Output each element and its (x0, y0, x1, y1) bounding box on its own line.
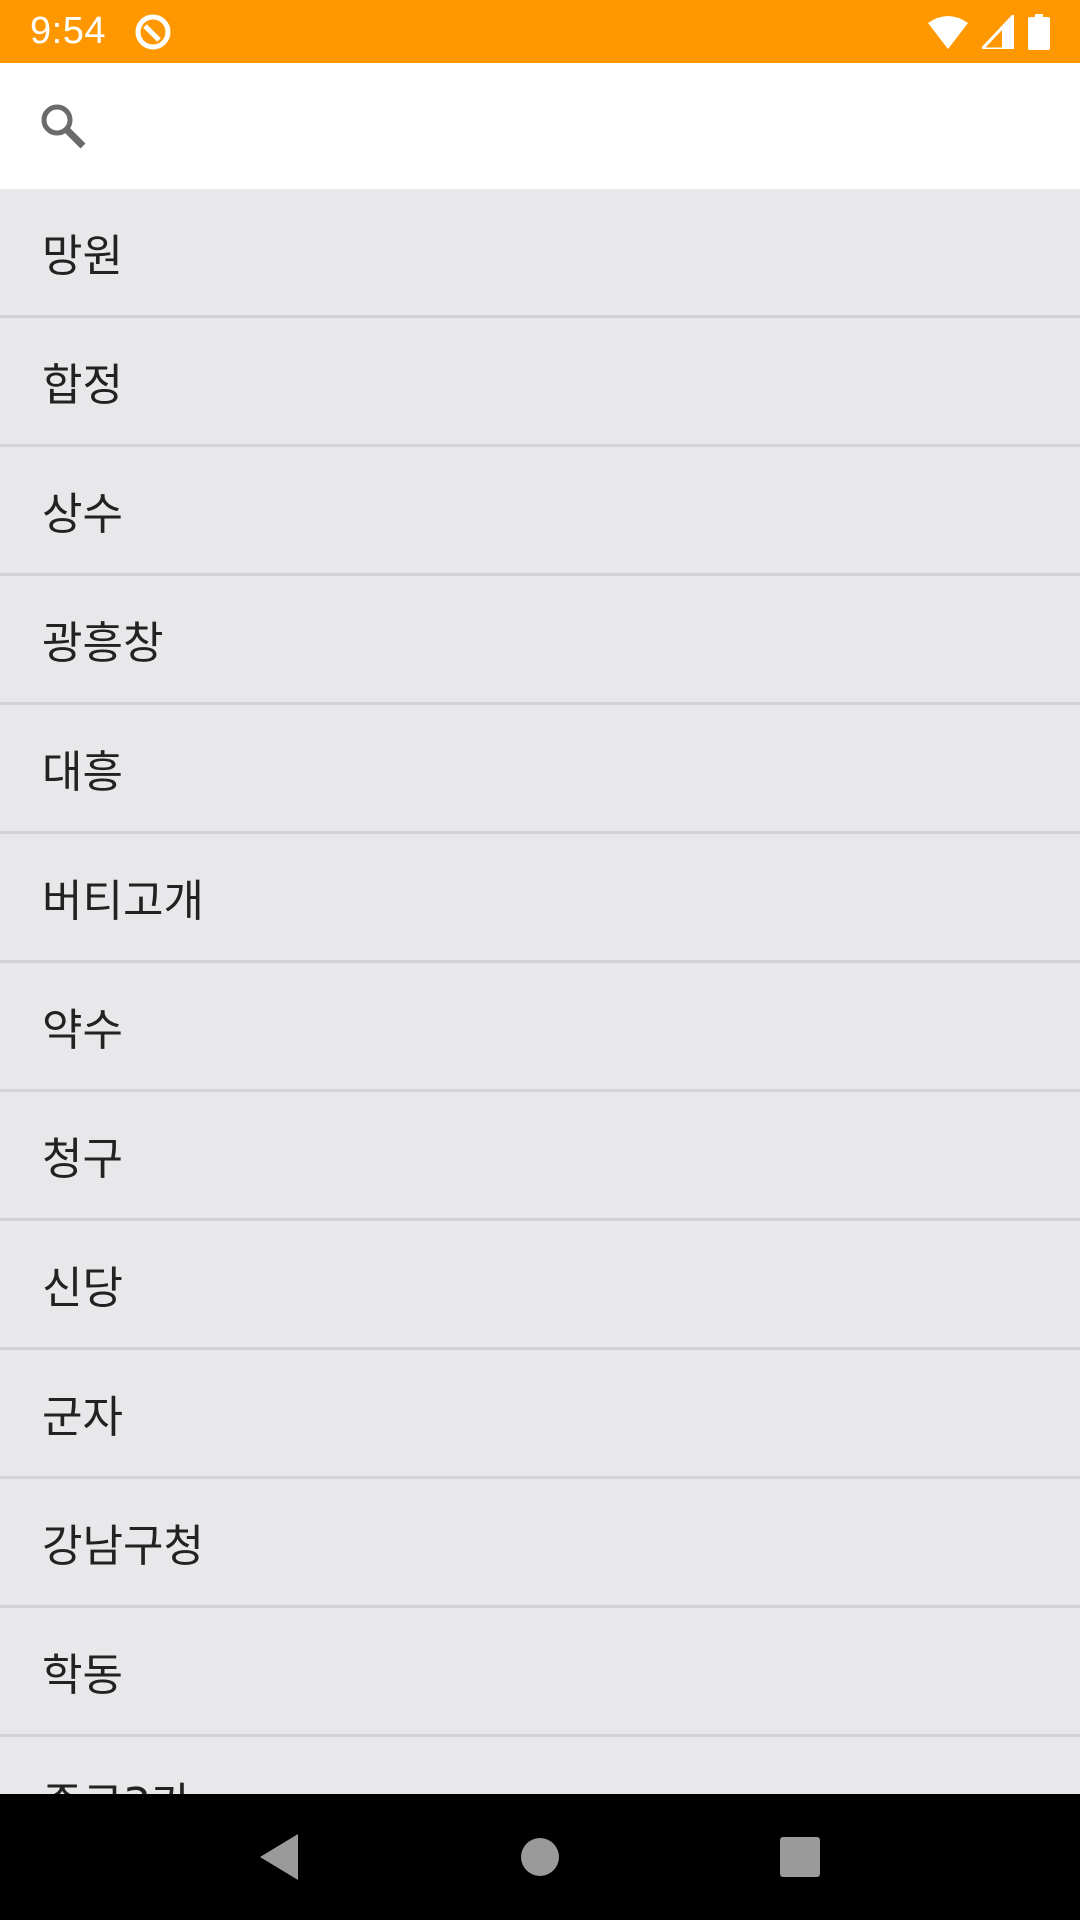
list-item[interactable]: 강남구청 (0, 1479, 1080, 1608)
list-item[interactable]: 버티고개 (0, 834, 1080, 963)
screen: 9:54 망원 합정 상수 광흥창 대흥 버티고개 약수 청구 신당 군자 강남… (0, 0, 1080, 1920)
app-notification-icon (134, 13, 172, 51)
station-list[interactable]: 망원 합정 상수 광흥창 대흥 버티고개 약수 청구 신당 군자 강남구청 학동… (0, 189, 1080, 1794)
status-icons (928, 13, 1050, 50)
navigation-bar (0, 1794, 1080, 1920)
status-bar: 9:54 (0, 0, 1080, 63)
list-item[interactable]: 약수 (0, 963, 1080, 1092)
back-icon[interactable] (235, 1812, 325, 1902)
list-item[interactable]: 대흥 (0, 705, 1080, 834)
list-item[interactable]: 청구 (0, 1092, 1080, 1221)
recents-icon[interactable] (755, 1812, 845, 1902)
status-time: 9:54 (30, 10, 106, 52)
list-item[interactable]: 망원 (0, 189, 1080, 318)
list-item[interactable]: 종로3가 (0, 1737, 1080, 1794)
home-icon[interactable] (495, 1812, 585, 1902)
list-item[interactable]: 합정 (0, 318, 1080, 447)
list-item[interactable]: 군자 (0, 1350, 1080, 1479)
list-item[interactable]: 상수 (0, 447, 1080, 576)
list-item[interactable]: 광흥창 (0, 576, 1080, 705)
list-item[interactable]: 학동 (0, 1608, 1080, 1737)
search-bar[interactable] (0, 63, 1080, 189)
search-icon[interactable] (36, 99, 90, 153)
wifi-icon (928, 15, 968, 49)
cellular-signal-icon (982, 14, 1014, 49)
battery-icon (1028, 13, 1050, 50)
list-item[interactable]: 신당 (0, 1221, 1080, 1350)
